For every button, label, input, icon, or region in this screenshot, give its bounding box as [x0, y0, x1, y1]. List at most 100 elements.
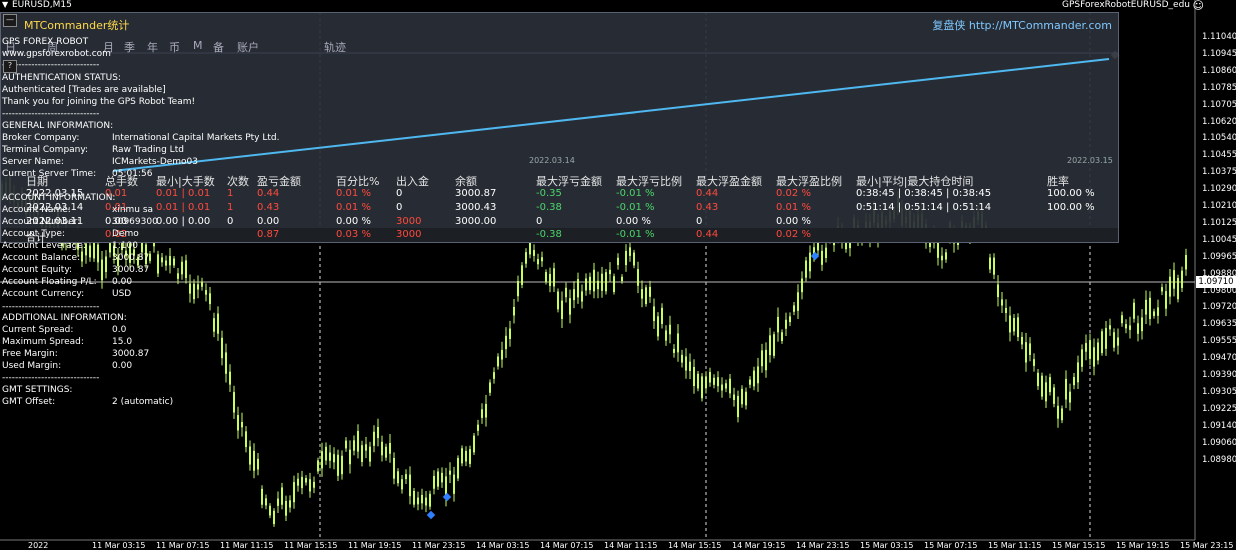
candle-body	[105, 256, 107, 273]
account-value: 1:100	[112, 241, 138, 251]
candle-body	[633, 252, 635, 266]
price-tick-label: 1.11040	[1202, 32, 1236, 42]
table-cell-pct: 0.01 %	[336, 202, 371, 213]
candle-body	[273, 510, 275, 525]
candle-body	[1173, 270, 1175, 289]
candle-body	[101, 259, 103, 281]
candle	[573, 281, 575, 309]
candle-body	[233, 392, 235, 413]
account-label: Account Balance:	[2, 253, 81, 263]
candle	[993, 253, 995, 280]
separator: ------------------------------	[2, 109, 100, 119]
candle	[609, 262, 611, 282]
candle-body	[1121, 315, 1123, 324]
candle	[301, 470, 303, 495]
candle	[637, 261, 639, 294]
table-cell-max_float_profit_pct: 0.02 %	[776, 188, 811, 199]
candle	[181, 256, 183, 280]
candle	[605, 268, 607, 295]
candle-body	[201, 281, 203, 287]
additional-value: 3000.87	[112, 349, 150, 359]
price-tick-label: 1.10375	[1202, 167, 1236, 178]
candle-body	[437, 471, 439, 487]
candle	[1049, 373, 1051, 396]
candle	[1185, 248, 1187, 276]
table-cell-balance: 3000.43	[455, 202, 497, 213]
candle-body	[713, 377, 715, 385]
additional-label: Current Spread:	[2, 325, 74, 335]
candle	[237, 406, 239, 439]
candle	[265, 494, 267, 510]
candle-body	[477, 424, 479, 431]
candle	[1169, 269, 1171, 305]
candle	[149, 250, 151, 264]
candle-body	[637, 269, 639, 286]
candle	[465, 446, 467, 467]
candle	[189, 274, 191, 303]
candle-body	[317, 460, 319, 472]
candle-body	[289, 500, 291, 508]
candle-body	[169, 256, 171, 266]
candle	[341, 450, 343, 480]
equity-date-end: 2022.03.15	[1067, 156, 1113, 165]
candle	[361, 440, 363, 467]
candle-body	[293, 482, 295, 503]
candle	[745, 387, 747, 410]
candle	[201, 277, 203, 291]
candle	[725, 379, 727, 393]
candle	[1165, 283, 1167, 317]
candle-body	[421, 494, 423, 504]
table-cell-win: 100.00 %	[1047, 202, 1095, 213]
candle	[417, 491, 419, 511]
additional-value: 0.00	[112, 361, 133, 371]
smiley-face-icon[interactable]: ☺	[1193, 0, 1204, 12]
candle-body	[213, 318, 215, 332]
candle	[421, 488, 423, 510]
candle-body	[453, 474, 455, 494]
candle	[569, 289, 571, 324]
candle-body	[677, 333, 679, 353]
account-value: Demo	[112, 229, 139, 239]
candle	[1149, 291, 1151, 326]
candle	[321, 442, 323, 477]
candle-body	[533, 250, 535, 256]
candle	[613, 273, 615, 295]
candle	[601, 266, 603, 298]
candle	[1061, 405, 1063, 424]
candle-body	[381, 441, 383, 456]
col-balance: 余额	[455, 175, 477, 188]
candle-body	[749, 379, 751, 385]
candle-body	[553, 268, 555, 287]
candle	[597, 271, 599, 299]
account-label: Account Number:	[2, 217, 81, 227]
candle	[1153, 308, 1155, 319]
candle	[429, 490, 431, 510]
account-value: 3000.87	[112, 265, 150, 275]
candle	[1117, 328, 1119, 355]
candle-body	[773, 334, 775, 356]
candle-body	[333, 454, 335, 463]
minimize-icon[interactable]: —	[3, 14, 17, 27]
candle-body	[181, 261, 183, 275]
price-tick-label: 1.10540	[1202, 133, 1236, 144]
candle-body	[265, 498, 267, 506]
candle	[461, 445, 463, 467]
candle-body	[605, 272, 607, 292]
candle	[677, 324, 679, 362]
candle-body	[1021, 336, 1023, 345]
candle-body	[321, 451, 323, 469]
question-icon[interactable]: ?	[3, 60, 17, 73]
candle-body	[93, 241, 95, 259]
candle-body	[409, 474, 411, 497]
candle	[1093, 338, 1095, 376]
candle-body	[653, 306, 655, 321]
candle	[1025, 332, 1027, 372]
candle	[213, 312, 215, 338]
candle-body	[465, 450, 467, 462]
candle-body	[361, 445, 363, 462]
candle	[1001, 291, 1003, 314]
symbol-dropdown-icon[interactable]: ▼	[2, 0, 8, 9]
total-cell-max_float_loss: -0.38	[536, 229, 562, 240]
candle	[317, 457, 319, 475]
candle	[733, 387, 735, 407]
